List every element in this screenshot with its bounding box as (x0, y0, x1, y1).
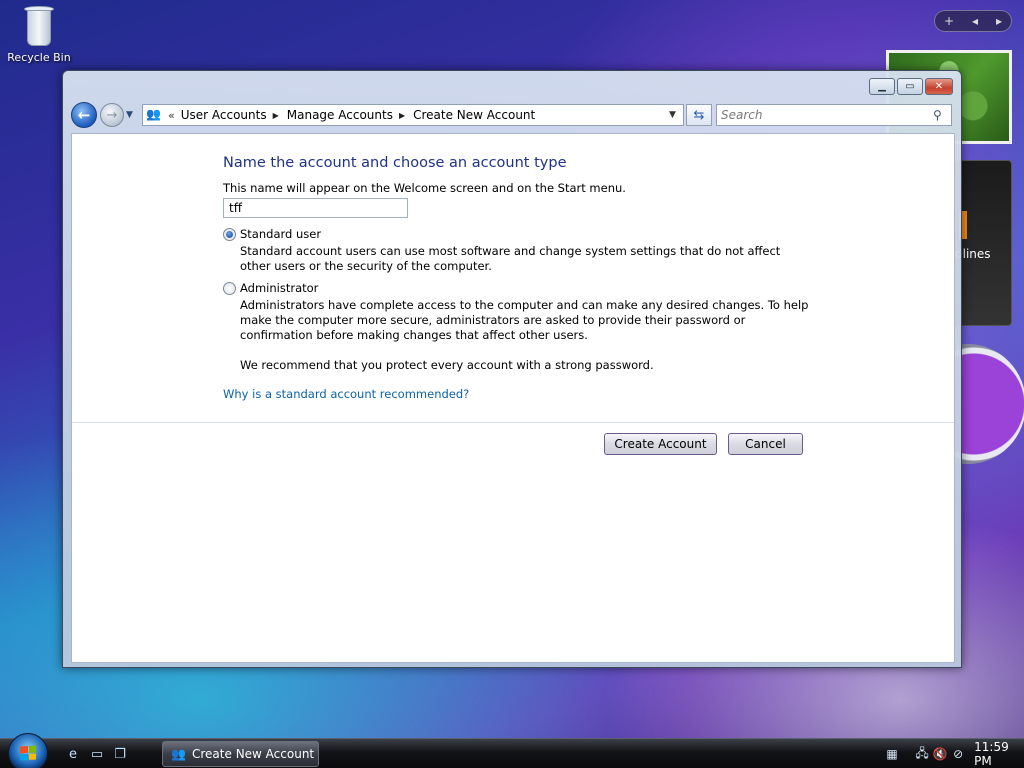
radio-selected-dot (226, 230, 233, 238)
administrator-radio[interactable] (223, 281, 236, 295)
sidebar-gadget-controls[interactable]: + ◂ ▸ (934, 10, 1012, 32)
address-dropdown-icon[interactable]: ▼ (669, 110, 683, 120)
volume-muted-icon[interactable]: 🔇 (932, 746, 948, 762)
minimize-button[interactable]: ▁ (869, 78, 895, 95)
maximize-icon: ▭ (905, 81, 915, 92)
next-gadget-icon[interactable]: ▸ (996, 14, 1002, 28)
recycle-bin-desktop-icon[interactable]: Recycle Bin (4, 2, 74, 64)
administrator-description: Administrators have complete access to t… (240, 298, 809, 342)
administrator-label[interactable]: Administrator (240, 281, 318, 295)
internet-explorer-icon[interactable]: e (64, 746, 82, 762)
content-pane: Name the account and choose an account t… (71, 133, 955, 663)
breadcrumb-user-accounts[interactable]: User Accounts (181, 108, 267, 122)
standard-user-label[interactable]: Standard user (240, 227, 321, 241)
breadcrumb-create-new-account[interactable]: Create New Account (413, 108, 535, 122)
close-button[interactable]: ✕ (925, 78, 953, 95)
previous-gadget-icon[interactable]: ◂ (972, 14, 978, 28)
forward-arrow-icon: → (106, 107, 118, 123)
create-new-account-window: ▁ ▭ ✕ ← → ▼ 👥 « User Accounts ▶ Manage A… (62, 70, 962, 668)
add-gadget-icon[interactable]: + (944, 14, 954, 28)
back-button[interactable]: ← (71, 102, 97, 128)
maximize-button[interactable]: ▭ (897, 78, 923, 95)
network-icon[interactable]: 🖧 (914, 746, 930, 762)
user-accounts-icon: 👥 (146, 107, 161, 121)
search-input[interactable] (717, 106, 933, 124)
taskbar: e ▭ ❐ 👥 Create New Account ▦ 🖧 🔇 ⊘ 11:59… (0, 733, 1024, 768)
account-name-input[interactable] (223, 198, 408, 218)
search-icon[interactable]: ⚲ (933, 108, 951, 122)
standard-user-description: Standard account users can use most soft… (240, 244, 781, 273)
user-accounts-icon: 👥 (171, 747, 186, 761)
account-name-hint: This name will appear on the Welcome scr… (223, 181, 626, 195)
recycle-bin-label: Recycle Bin (7, 51, 71, 64)
create-account-button[interactable]: Create Account (604, 433, 717, 455)
windows-logo-icon (20, 745, 36, 761)
breadcrumb-separator-icon[interactable]: ▶ (273, 111, 279, 120)
recent-pages-dropdown[interactable]: ▼ (126, 110, 138, 120)
close-icon: ✕ (934, 81, 944, 92)
breadcrumb-separator-icon[interactable]: ▶ (399, 111, 405, 120)
show-desktop-icon[interactable]: ▭ (88, 746, 106, 762)
breadcrumb-overflow-icon[interactable]: « (168, 109, 175, 122)
start-button[interactable] (8, 733, 48, 768)
password-recommendation: We recommend that you protect every acco… (240, 358, 654, 372)
refresh-button[interactable]: ⇆ (686, 104, 712, 126)
security-alert-icon[interactable]: ⊘ (950, 746, 966, 762)
why-standard-account-link[interactable]: Why is a standard account recommended? (223, 387, 469, 401)
divider (72, 422, 954, 423)
address-bar[interactable]: 👥 « User Accounts ▶ Manage Accounts ▶ Cr… (142, 104, 684, 126)
administrator-option[interactable]: Administrator (223, 281, 318, 295)
chevron-down-icon: ▼ (126, 110, 133, 120)
system-tray: ▦ 🖧 🔇 ⊘ 11:59 PM (884, 739, 1024, 768)
clock[interactable]: 11:59 PM (974, 740, 1024, 768)
search-box[interactable]: ⚲ (716, 104, 952, 126)
forward-button[interactable]: → (100, 103, 124, 127)
recycle-bin-icon (22, 2, 56, 48)
breadcrumb-manage-accounts[interactable]: Manage Accounts (287, 108, 393, 122)
taskbar-item-create-new-account[interactable]: 👥 Create New Account (162, 741, 319, 767)
navigation-bar: ← → ▼ 👥 « User Accounts ▶ Manage Account… (71, 101, 953, 129)
refresh-icon: ⇆ (693, 107, 705, 123)
cancel-button[interactable]: Cancel (728, 433, 803, 455)
taskbar-item-label: Create New Account (192, 747, 315, 761)
minimize-icon: ▁ (878, 81, 886, 92)
standard-user-option[interactable]: Standard user (223, 227, 321, 241)
switch-windows-icon[interactable]: ❐ (111, 746, 129, 762)
page-title: Name the account and choose an account t… (223, 155, 567, 171)
standard-user-radio[interactable] (223, 227, 236, 241)
back-arrow-icon: ← (77, 106, 91, 124)
windows-sidebar-tray-icon[interactable]: ▦ (884, 746, 900, 762)
window-controls: ▁ ▭ ✕ (869, 78, 953, 95)
